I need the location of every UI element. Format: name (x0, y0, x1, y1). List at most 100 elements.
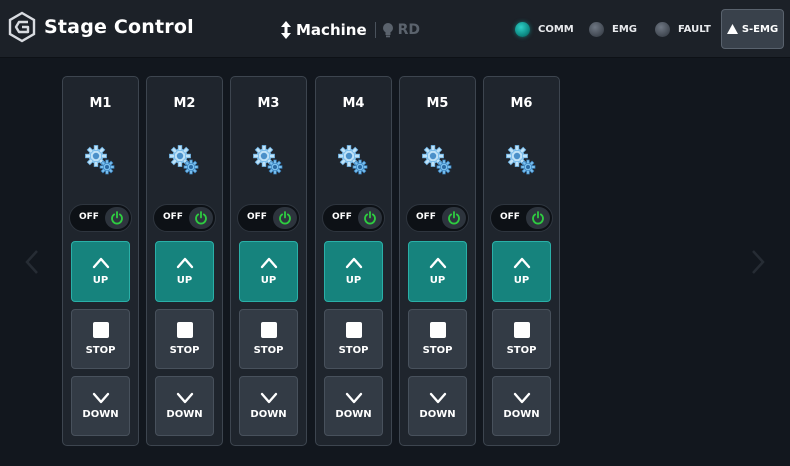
stop-button[interactable]: STOP (71, 309, 130, 369)
lightbulb-icon (382, 23, 393, 38)
toggle-knob (105, 207, 129, 229)
chevron-left-icon[interactable] (25, 249, 39, 275)
square-stop-icon (177, 322, 193, 338)
toggle-knob (358, 207, 382, 229)
toggle-off-label: OFF (332, 212, 352, 222)
status-fault: FAULT (655, 20, 711, 38)
up-button[interactable]: UP (492, 241, 551, 302)
app-title: Stage Control (44, 16, 194, 38)
chevron-up-icon (345, 257, 363, 269)
chevron-down-icon (429, 392, 447, 404)
up-button[interactable]: UP (239, 241, 298, 302)
power-toggle[interactable]: OFF (490, 204, 553, 232)
stop-button[interactable]: STOP (239, 309, 298, 369)
power-toggle[interactable]: OFF (153, 204, 216, 232)
up-label: UP (92, 275, 109, 286)
power-toggle[interactable]: OFF (69, 204, 132, 232)
stop-label: STOP (253, 345, 284, 356)
stop-button[interactable]: STOP (324, 309, 383, 369)
power-toggle[interactable]: OFF (322, 204, 385, 232)
mode-divider (374, 22, 376, 38)
stop-label: STOP (85, 345, 116, 356)
gears-icon (169, 145, 199, 175)
down-label: DOWN (166, 409, 203, 420)
comm-indicator (515, 21, 530, 37)
up-button[interactable]: UP (71, 241, 130, 302)
status-label: FAULT (678, 23, 711, 35)
status-comm: COMM (515, 20, 574, 38)
top-bar: Stage Control Machine RD COMM EMG FAULT … (0, 0, 790, 58)
motor-name: M1 (89, 96, 112, 111)
toggle-off-label: OFF (500, 212, 520, 222)
stop-label: STOP (422, 345, 453, 356)
down-button[interactable]: DOWN (408, 376, 467, 436)
motor-card-m5: M5 OFF UP STOP DOWN (399, 76, 476, 446)
motor-card-m1: M1 OFF UP STOP DOWN (62, 76, 139, 446)
up-label: UP (345, 275, 362, 286)
chevron-up-icon (513, 257, 531, 269)
toggle-knob (526, 207, 550, 229)
down-button[interactable]: DOWN (324, 376, 383, 436)
stop-button[interactable]: STOP (492, 309, 551, 369)
up-button[interactable]: UP (408, 241, 467, 302)
toggle-knob (273, 207, 297, 229)
motor-card-m3: M3 OFF UP STOP DOWN (230, 76, 307, 446)
fault-indicator (655, 21, 670, 37)
down-button[interactable]: DOWN (492, 376, 551, 436)
chevron-up-icon (92, 257, 110, 269)
status-label: COMM (538, 23, 574, 35)
motor-name: M4 (342, 96, 365, 111)
gears-icon (506, 145, 536, 175)
stop-label: STOP (169, 345, 200, 356)
mode-indicator: Machine RD (280, 20, 420, 40)
square-stop-icon (93, 322, 109, 338)
stop-label: STOP (338, 345, 369, 356)
up-down-arrow-icon (281, 21, 291, 39)
down-label: DOWN (419, 409, 456, 420)
soft-emergency-button[interactable]: S-EMG (721, 9, 784, 49)
square-stop-icon (430, 322, 446, 338)
status-label: EMG (612, 23, 637, 35)
down-button[interactable]: DOWN (71, 376, 130, 436)
motor-card-m6: M6 OFF UP STOP DOWN (483, 76, 560, 446)
chevron-right-icon[interactable] (751, 249, 765, 275)
chevron-up-icon (260, 257, 278, 269)
up-label: UP (429, 275, 446, 286)
motor-card-m4: M4 OFF UP STOP DOWN (315, 76, 392, 446)
gears-icon (253, 145, 283, 175)
down-button[interactable]: DOWN (155, 376, 214, 436)
square-stop-icon (514, 322, 530, 338)
motor-name: M6 (510, 96, 533, 111)
motor-name: M3 (257, 96, 280, 111)
power-icon (195, 211, 207, 225)
square-stop-icon (346, 322, 362, 338)
warning-triangle-icon (726, 24, 738, 34)
up-label: UP (260, 275, 277, 286)
down-label: DOWN (335, 409, 372, 420)
square-stop-icon (261, 322, 277, 338)
chevron-down-icon (513, 392, 531, 404)
status-emg: EMG (589, 20, 637, 38)
chevron-down-icon (92, 392, 110, 404)
power-icon (532, 211, 544, 225)
up-button[interactable]: UP (155, 241, 214, 302)
toggle-knob (189, 207, 213, 229)
stop-button[interactable]: STOP (155, 309, 214, 369)
toggle-off-label: OFF (247, 212, 267, 222)
power-toggle[interactable]: OFF (237, 204, 300, 232)
stop-button[interactable]: STOP (408, 309, 467, 369)
chevron-down-icon (176, 392, 194, 404)
rd-label: RD (397, 22, 421, 38)
power-icon (448, 211, 460, 225)
power-toggle[interactable]: OFF (406, 204, 469, 232)
stop-label: STOP (506, 345, 537, 356)
power-icon (279, 211, 291, 225)
emg-indicator (589, 21, 604, 37)
down-button[interactable]: DOWN (239, 376, 298, 436)
up-button[interactable]: UP (324, 241, 383, 302)
up-label: UP (513, 275, 530, 286)
up-label: UP (176, 275, 193, 286)
motor-name: M5 (426, 96, 449, 111)
mode-label: Machine (296, 21, 367, 39)
motor-card-m2: M2 OFF UP STOP DOWN (146, 76, 223, 446)
